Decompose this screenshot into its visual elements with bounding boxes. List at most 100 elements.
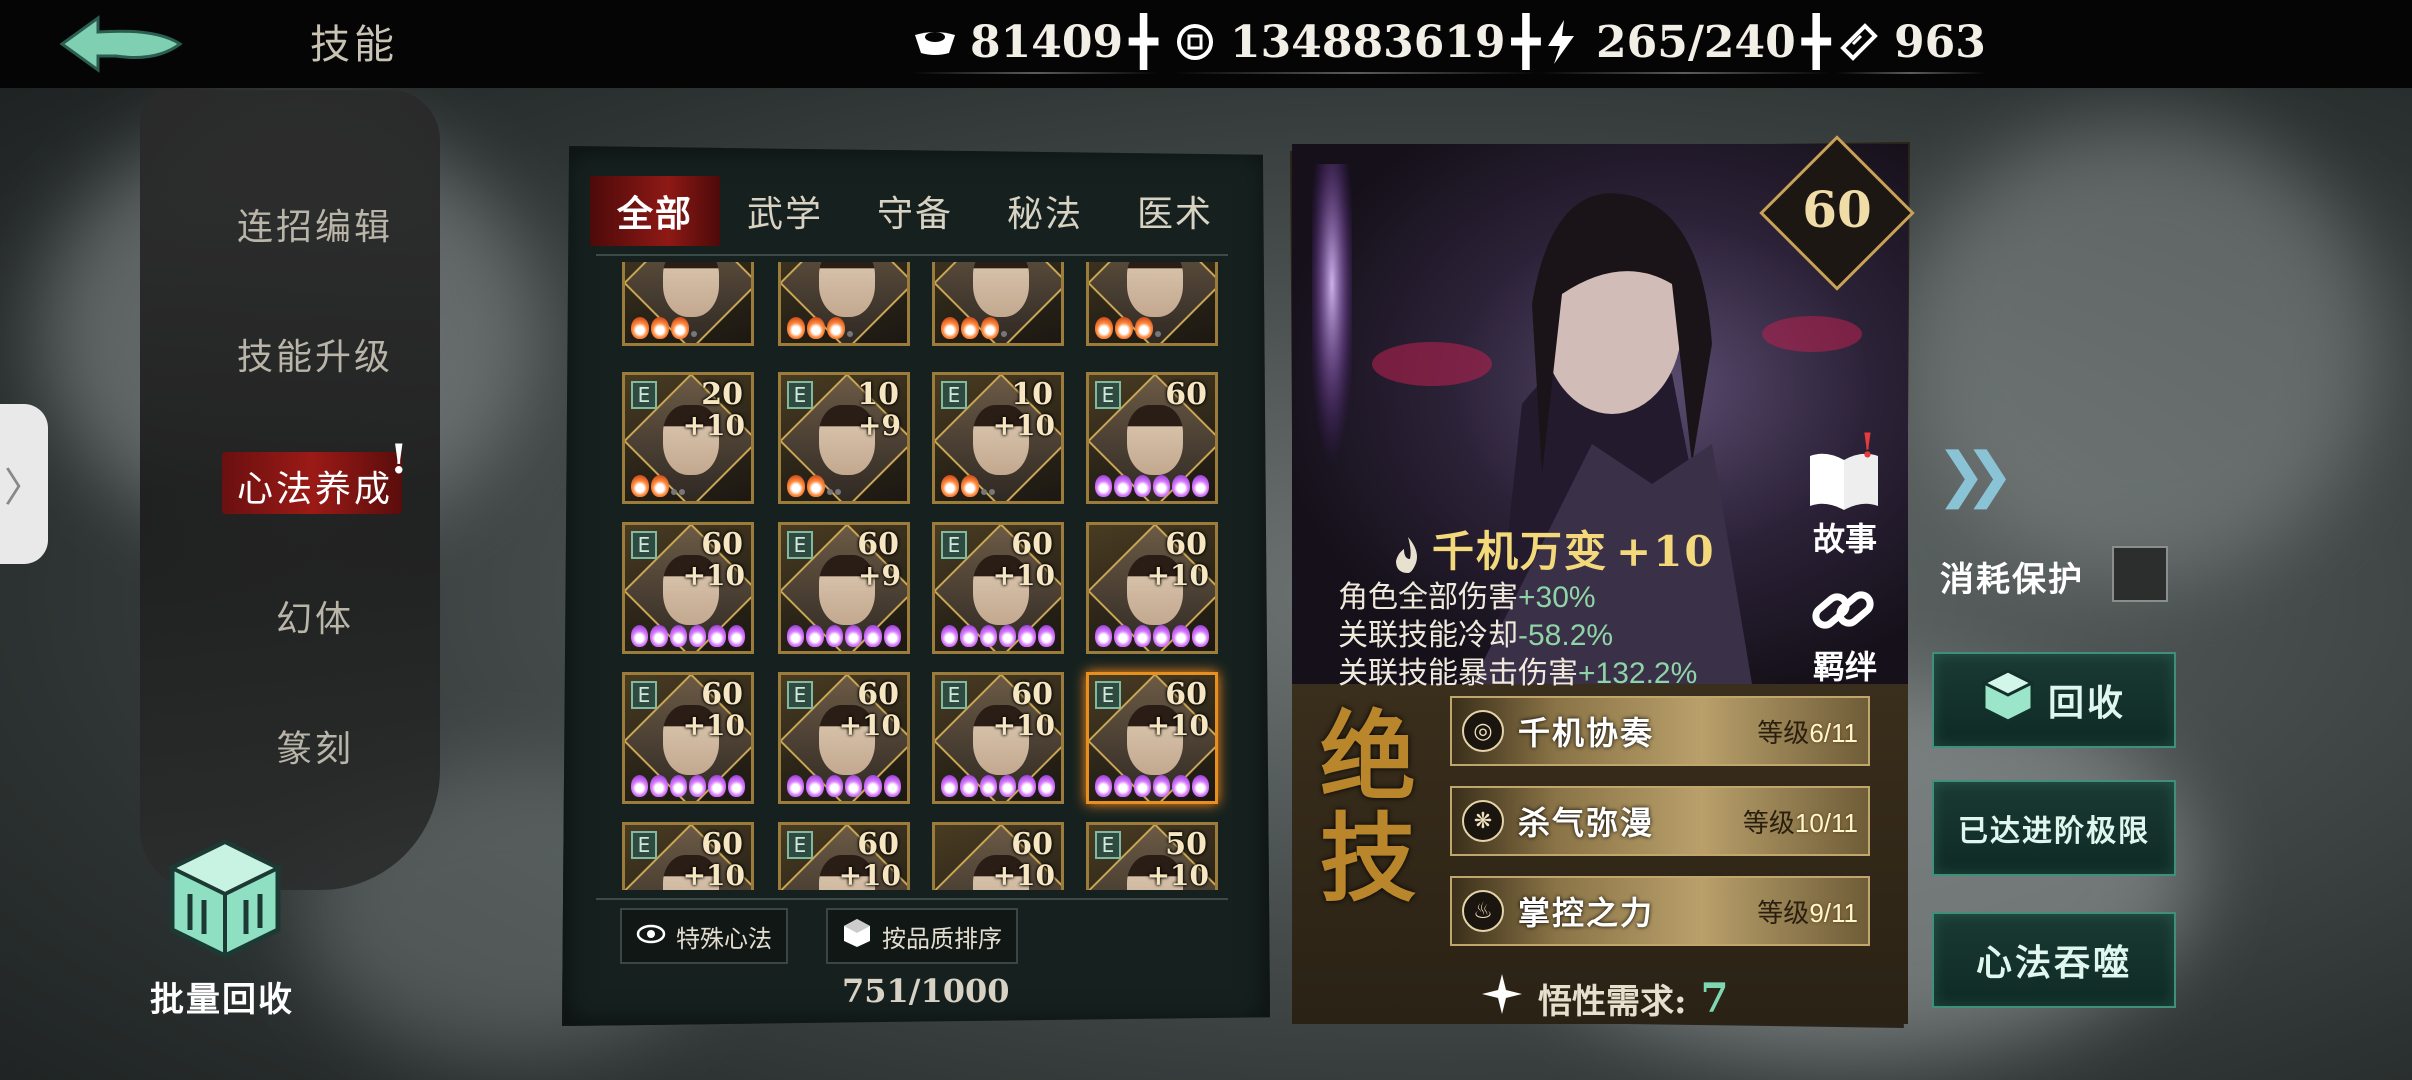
purple-flame-icon xyxy=(1191,625,1209,647)
purple-flame-icon xyxy=(1152,775,1171,797)
tab-all[interactable]: 全部 xyxy=(590,176,720,246)
resource-coin[interactable]: 134883619 ╋ xyxy=(1172,14,1541,74)
special-xinfa-button[interactable]: 特殊心法 xyxy=(620,908,788,964)
double-chevron-icon[interactable]: ❯❯ xyxy=(1936,440,2014,510)
sort-label: 按品质排序 xyxy=(882,924,1002,953)
eye-icon xyxy=(636,922,666,950)
card-level: 60 xyxy=(857,827,899,862)
sort-by-quality-button[interactable]: 按品质排序 xyxy=(826,908,1018,964)
bond-label[interactable]: 羁绊 xyxy=(1800,642,1890,688)
nav-skill-upgrade[interactable]: 技能升级 xyxy=(190,328,440,380)
purple-flame-icon xyxy=(941,775,959,797)
recycle-button[interactable]: 回收 xyxy=(1932,652,2176,748)
add-coin-button[interactable]: ╋ xyxy=(1512,14,1541,70)
purple-flame-icon xyxy=(1114,475,1132,497)
batch-recycle-label[interactable]: 批量回收 xyxy=(150,972,294,1021)
card-level: 60 xyxy=(1011,827,1053,862)
purple-flame-icon xyxy=(864,775,882,797)
story-label[interactable]: 故事 xyxy=(1800,514,1890,560)
resource-energy[interactable]: 265/240 ╋ xyxy=(1538,14,1831,74)
xinfa-card[interactable]: +10 xyxy=(778,262,910,346)
skill-row[interactable]: ♨ 掌控之力 等级9/11 xyxy=(1450,876,1870,946)
add-energy-button[interactable]: ╋ xyxy=(1802,14,1831,70)
nav-combo-edit[interactable]: 连招编辑 xyxy=(190,198,440,250)
purple-flame-icon xyxy=(1191,475,1209,497)
xinfa-card[interactable]: +10 xyxy=(1086,262,1218,346)
card-refine-level: +10 xyxy=(992,709,1055,742)
empty-star-dot xyxy=(835,489,841,495)
orange-flame-icon xyxy=(961,475,979,497)
insight-requirement: 悟性需求: 7 xyxy=(1480,972,1728,1025)
purple-flame-icon xyxy=(708,775,726,797)
max-advance-button[interactable]: 已达进阶极限 xyxy=(1932,780,2176,876)
character-face xyxy=(819,262,875,317)
xinfa-card[interactable]: E 60 +10 xyxy=(778,672,910,804)
consume-protect-checkbox[interactable] xyxy=(2112,546,2168,602)
sparkle-icon xyxy=(1480,972,1524,1025)
chain-link-icon[interactable] xyxy=(1808,578,1878,646)
resource-silver[interactable]: 81409 ╋ xyxy=(912,14,1158,74)
card-refine-level: +10 xyxy=(682,409,745,442)
xinfa-card[interactable]: E 20 +10 xyxy=(622,372,754,504)
card-level: 20 xyxy=(701,377,743,412)
equipped-badge: E xyxy=(631,831,657,859)
orange-flame-icon xyxy=(1115,317,1133,339)
skill-row[interactable]: ❋ 杀气弥漫 等级10/11 xyxy=(1450,786,1870,856)
xinfa-card[interactable]: +10 xyxy=(622,262,754,346)
side-expand-tab[interactable]: 〉 xyxy=(0,404,48,564)
orange-flame-icon xyxy=(807,317,825,339)
purple-flame-icon xyxy=(998,625,1017,647)
xinfa-name: 千机万变 +10 xyxy=(1390,518,1716,579)
purple-flame-icon xyxy=(1095,625,1113,647)
empty-star-dot xyxy=(679,489,685,495)
equipped-badge: E xyxy=(787,831,813,859)
tab-defense[interactable]: 守备 xyxy=(850,176,980,246)
xinfa-card[interactable]: +10 xyxy=(932,262,1064,346)
xinfa-card[interactable]: E 60 +10 xyxy=(778,822,910,890)
xinfa-card-grid[interactable]: +10+10+10+10E20+10E10+9E10+10E60E60+10E6… xyxy=(612,262,1232,890)
orange-flame-icon xyxy=(1095,317,1113,339)
xinfa-card[interactable]: E 60 +10 xyxy=(1086,672,1218,804)
xinfa-card[interactable]: E 60 +10 xyxy=(622,672,754,804)
xinfa-card[interactable]: E 60 +10 xyxy=(622,822,754,890)
xinfa-card[interactable]: E 10 +10 xyxy=(932,372,1064,504)
equipped-badge: E xyxy=(631,681,657,709)
add-silver-button[interactable]: ╋ xyxy=(1129,14,1158,70)
card-level: 60 xyxy=(1165,377,1207,412)
xinfa-card[interactable]: 60 +10 xyxy=(1086,522,1218,654)
tab-martial[interactable]: 武学 xyxy=(720,176,850,246)
purple-flame-icon xyxy=(669,775,687,797)
xinfa-card[interactable]: E 50 +10 xyxy=(1086,822,1218,890)
skill-row[interactable]: ◎ 千机协奏 等级6/11 xyxy=(1450,696,1870,766)
batch-recycle-icon[interactable] xyxy=(160,834,290,964)
xinfa-card[interactable]: E 10 +9 xyxy=(778,372,910,504)
tab-medicine[interactable]: 医术 xyxy=(1110,176,1240,246)
xinfa-devour-button[interactable]: 心法吞噬 xyxy=(1932,912,2176,1008)
card-level: 60 xyxy=(701,527,743,562)
special-xinfa-label: 特殊心法 xyxy=(676,924,772,953)
equipped-badge: E xyxy=(787,531,813,559)
purple-flame-icon xyxy=(998,775,1017,797)
xinfa-card[interactable]: E 60 xyxy=(1086,372,1218,504)
card-refine-level: +10 xyxy=(838,859,901,890)
nav-engraving[interactable]: 篆刻 xyxy=(190,720,440,772)
xinfa-card[interactable]: E 60 +10 xyxy=(932,672,1064,804)
purple-flame-icon xyxy=(787,775,805,797)
orange-flame-icon xyxy=(827,317,845,339)
card-refine-level: +10 xyxy=(682,859,745,890)
xinfa-card[interactable]: 60 +10 xyxy=(932,822,1064,890)
xinfa-card[interactable]: E 60 +10 xyxy=(622,522,754,654)
star-flames xyxy=(941,625,1055,647)
card-level: 50 xyxy=(1165,827,1207,862)
purple-flame-icon xyxy=(708,625,726,647)
resource-ticket[interactable]: 963 xyxy=(1836,14,1986,74)
tab-secret[interactable]: 秘法 xyxy=(980,176,1110,246)
xinfa-card[interactable]: E 60 +10 xyxy=(932,522,1064,654)
card-level: 10 xyxy=(857,377,899,412)
xinfa-card[interactable]: E 60 +9 xyxy=(778,522,910,654)
empty-star-dot xyxy=(1001,331,1007,337)
card-level: 60 xyxy=(701,827,743,862)
nav-phantom-body[interactable]: 幻体 xyxy=(190,590,440,642)
stat-row: 关联技能暴击伤害+132.2% xyxy=(1338,657,1698,690)
back-arrow-icon[interactable] xyxy=(56,10,186,78)
